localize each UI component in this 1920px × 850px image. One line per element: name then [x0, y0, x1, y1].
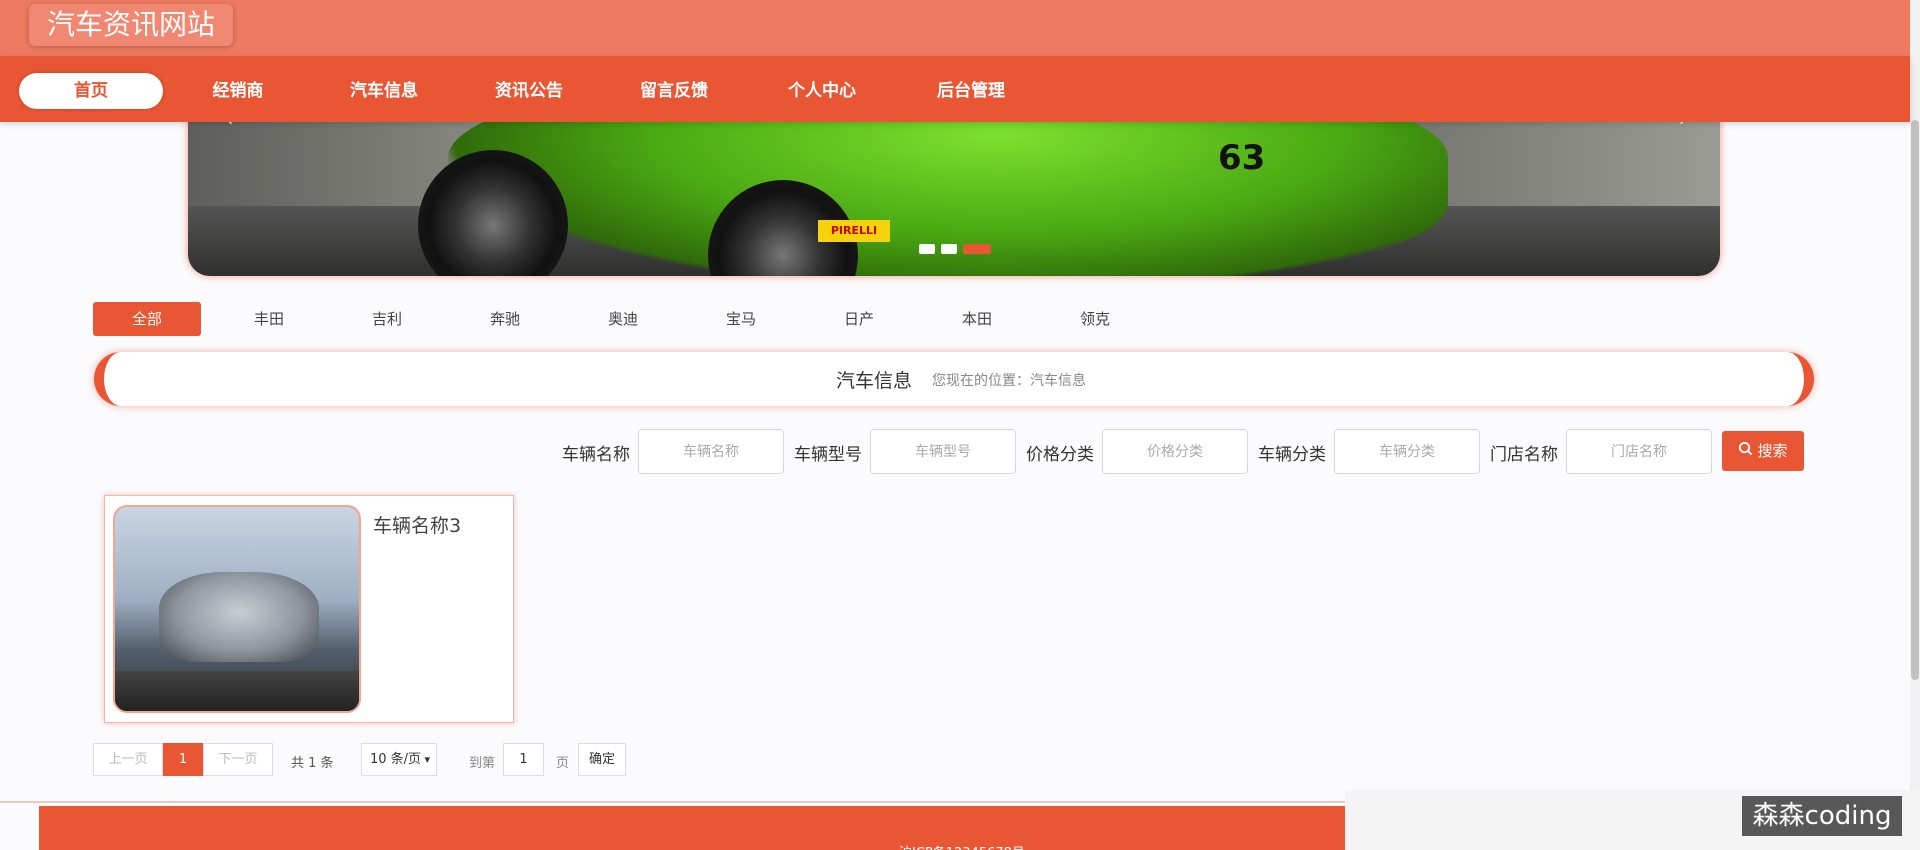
watermark: 森森coding: [1742, 796, 1902, 836]
search-button-label: 搜索: [1757, 442, 1788, 460]
top-header: 汽车资讯网站: [0, 0, 1910, 56]
page-size-select[interactable]: 10 条/页 ▾: [361, 743, 437, 776]
banner-race-number: 63: [1218, 138, 1266, 178]
vehicle-image-road: [115, 671, 359, 711]
category-geely[interactable]: 吉利: [341, 302, 433, 336]
category-toyota[interactable]: 丰田: [223, 302, 315, 336]
scrollbar-thumb[interactable]: [1911, 120, 1919, 680]
category-bmw[interactable]: 宝马: [695, 302, 787, 336]
nav-item-profile[interactable]: 个人中心: [776, 73, 868, 109]
price-category-input[interactable]: [1102, 429, 1248, 474]
search-icon: [1738, 431, 1753, 471]
chevron-down-icon: ▾: [424, 753, 430, 766]
section-title: 汽车信息: [836, 370, 913, 392]
vehicle-title[interactable]: 车辆名称3: [373, 511, 461, 538]
page-scrollbar[interactable]: [1910, 0, 1920, 850]
search-button[interactable]: 搜索: [1722, 431, 1804, 471]
pager-goto-label: 到第: [469, 756, 496, 771]
page-size-value: 10 条/页: [370, 752, 422, 767]
search-label-name: 车辆名称: [562, 445, 630, 465]
nav-item-feedback[interactable]: 留言反馈: [628, 73, 720, 109]
banner-pirelli-strip: PIRELLI: [818, 220, 890, 242]
carousel-dot-1[interactable]: [919, 244, 935, 254]
carousel-dot-2[interactable]: [941, 244, 957, 254]
pager-page-1[interactable]: 1: [163, 743, 203, 776]
nav-item-news[interactable]: 资讯公告: [483, 73, 575, 109]
vehicle-card[interactable]: 车辆名称3: [104, 495, 514, 723]
breadcrumb: 您现在的位置：汽车信息: [932, 373, 1086, 389]
section-header: 汽车信息 您现在的位置：汽车信息: [94, 352, 1814, 406]
pager-confirm-button[interactable]: 确定: [578, 743, 626, 776]
nav-item-dealers[interactable]: 经销商: [196, 73, 280, 109]
nav-item-home[interactable]: 首页: [19, 73, 163, 109]
category-honda[interactable]: 本田: [931, 302, 1023, 336]
carousel-dot-3-active[interactable]: [963, 244, 991, 254]
pager-next-button[interactable]: 下一页: [203, 743, 273, 776]
search-label-price: 价格分类: [1026, 445, 1094, 465]
pager-page-unit: 页: [556, 756, 570, 771]
vehicle-image-car: [159, 572, 319, 662]
pager-total: 共 1 条: [291, 756, 334, 771]
pager-goto-input[interactable]: 1: [503, 743, 544, 776]
vehicle-model-input[interactable]: [870, 429, 1016, 474]
category-audi[interactable]: 奥迪: [577, 302, 669, 336]
vehicle-category-input[interactable]: [1334, 429, 1480, 474]
category-benz[interactable]: 奔驰: [459, 302, 551, 336]
category-nissan[interactable]: 日产: [813, 302, 905, 336]
footer-icp-text: 沪ICP备12345678号: [899, 842, 1025, 850]
nav-item-car-info[interactable]: 汽车信息: [338, 73, 430, 109]
search-label-model: 车辆型号: [794, 445, 862, 465]
vehicle-image[interactable]: [113, 505, 361, 713]
pager-prev-button[interactable]: 上一页: [93, 743, 163, 776]
category-all[interactable]: 全部: [93, 302, 201, 336]
main-nav: 首页 经销商 汽车信息 资讯公告 留言反馈 个人中心 后台管理: [0, 56, 1910, 122]
vehicle-name-input[interactable]: [638, 429, 784, 474]
search-label-category: 车辆分类: [1258, 445, 1326, 465]
store-name-input[interactable]: [1566, 429, 1712, 474]
nav-item-admin[interactable]: 后台管理: [925, 73, 1017, 109]
category-lynkco[interactable]: 领克: [1049, 302, 1141, 336]
search-label-store: 门店名称: [1490, 445, 1558, 465]
site-title[interactable]: 汽车资讯网站: [29, 4, 233, 46]
